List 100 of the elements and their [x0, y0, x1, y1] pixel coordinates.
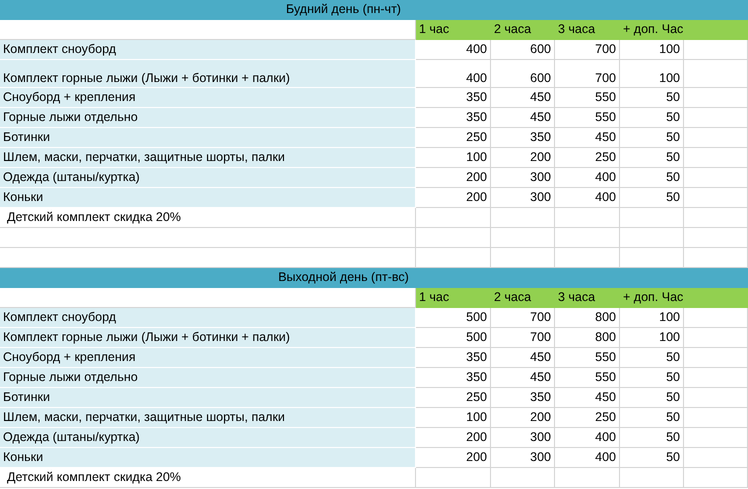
empty-cell: [684, 328, 748, 348]
price-cell: 200: [491, 408, 555, 428]
discount-note: Детский комплект скидка 20%: [0, 468, 416, 488]
price-cell: 50: [620, 128, 684, 148]
price-cell: 500: [416, 308, 491, 328]
column-header: 1 час: [416, 288, 491, 308]
price-cell: 400: [555, 448, 620, 468]
price-cell: 50: [620, 108, 684, 128]
empty-cell: [620, 228, 684, 248]
price-cell: 400: [416, 40, 491, 60]
price-cell: 50: [620, 168, 684, 188]
empty-cell: [684, 108, 748, 128]
price-cell: 50: [620, 88, 684, 108]
column-header: + доп. Час: [620, 20, 684, 40]
price-cell: 700: [491, 308, 555, 328]
price-cell: 50: [620, 408, 684, 428]
column-header: 3 часа: [555, 288, 620, 308]
empty-cell: [684, 148, 748, 168]
price-cell: 600: [491, 40, 555, 60]
price-cell: 250: [416, 128, 491, 148]
section-title: Выходной день (пт-вс): [0, 268, 748, 288]
item-name: Ботинки: [0, 388, 416, 408]
empty-cell: [684, 368, 748, 388]
price-cell: 450: [555, 388, 620, 408]
empty-cell: [684, 348, 748, 368]
price-cell: 100: [620, 328, 684, 348]
empty-cell: [684, 208, 748, 228]
empty-cell: [491, 208, 555, 228]
item-name: Комплект сноуборд: [0, 308, 416, 328]
empty-cell: [555, 468, 620, 488]
empty-cell: [684, 128, 748, 148]
price-cell: 550: [555, 368, 620, 388]
column-header: 3 часа: [555, 20, 620, 40]
price-cell: 200: [416, 428, 491, 448]
price-cell: 200: [416, 448, 491, 468]
empty-cell: [620, 468, 684, 488]
empty-cell: [684, 188, 748, 208]
price-cell: 100: [416, 408, 491, 428]
price-cell: 700: [555, 60, 620, 88]
empty-cell: [555, 208, 620, 228]
item-name: Ботинки: [0, 128, 416, 148]
price-cell: 400: [555, 428, 620, 448]
item-name: Комплект горные лыжи (Лыжи + ботинки + палки): [0, 328, 416, 348]
price-cell: 800: [555, 328, 620, 348]
empty-cell: [620, 208, 684, 228]
item-name: Комплект сноуборд: [0, 40, 416, 60]
price-cell: 200: [416, 188, 491, 208]
price-cell: 800: [555, 308, 620, 328]
price-cell: 50: [620, 448, 684, 468]
price-cell: 50: [620, 388, 684, 408]
item-name: Коньки: [0, 448, 416, 468]
empty-cell: [684, 448, 748, 468]
price-cell: 350: [491, 128, 555, 148]
price-cell: 50: [620, 368, 684, 388]
price-cell: 550: [555, 108, 620, 128]
price-cell: 100: [416, 148, 491, 168]
item-name: Коньки: [0, 188, 416, 208]
empty-cell: [684, 228, 748, 248]
empty-cell: [491, 228, 555, 248]
empty-cell: [491, 468, 555, 488]
empty-cell: [684, 428, 748, 448]
price-cell: 300: [491, 428, 555, 448]
item-name: Шлем, маски, перчатки, защитные шорты, палки: [0, 148, 416, 168]
item-name: Одежда (штаны/куртка): [0, 428, 416, 448]
price-cell: 50: [620, 148, 684, 168]
price-cell: 450: [555, 128, 620, 148]
price-cell: 600: [491, 60, 555, 88]
column-header: + доп. Час: [620, 288, 684, 308]
empty-cell: [684, 168, 748, 188]
price-cell: 450: [491, 88, 555, 108]
price-cell: 100: [620, 308, 684, 328]
empty-cell: [684, 408, 748, 428]
price-cell: 450: [491, 368, 555, 388]
price-cell: 50: [620, 188, 684, 208]
price-cell: 700: [491, 328, 555, 348]
price-cell: 450: [491, 348, 555, 368]
item-name: Одежда (штаны/куртка): [0, 168, 416, 188]
price-cell: 300: [491, 168, 555, 188]
price-cell: 400: [555, 168, 620, 188]
empty-cell: [684, 40, 748, 60]
price-cell: 550: [555, 348, 620, 368]
price-cell: 300: [491, 188, 555, 208]
price-cell: 350: [416, 348, 491, 368]
empty-cell: [684, 308, 748, 328]
empty-cell: [684, 388, 748, 408]
price-cell: 300: [491, 448, 555, 468]
price-cell: 100: [620, 40, 684, 60]
item-name: Шлем, маски, перчатки, защитные шорты, палки: [0, 408, 416, 428]
empty-cell: [684, 60, 748, 88]
price-cell: 50: [620, 348, 684, 368]
discount-note: Детский комплект скидка 20%: [0, 208, 416, 228]
section-title: Будний день (пн-чт): [0, 0, 748, 20]
price-cell: 50: [620, 428, 684, 448]
price-cell: 250: [555, 148, 620, 168]
empty-cell: [684, 468, 748, 488]
item-name: Горные лыжи отдельно: [0, 368, 416, 388]
empty-cell: [555, 228, 620, 248]
price-cell: 350: [491, 388, 555, 408]
price-cell: 200: [416, 168, 491, 188]
price-cell: 350: [416, 108, 491, 128]
